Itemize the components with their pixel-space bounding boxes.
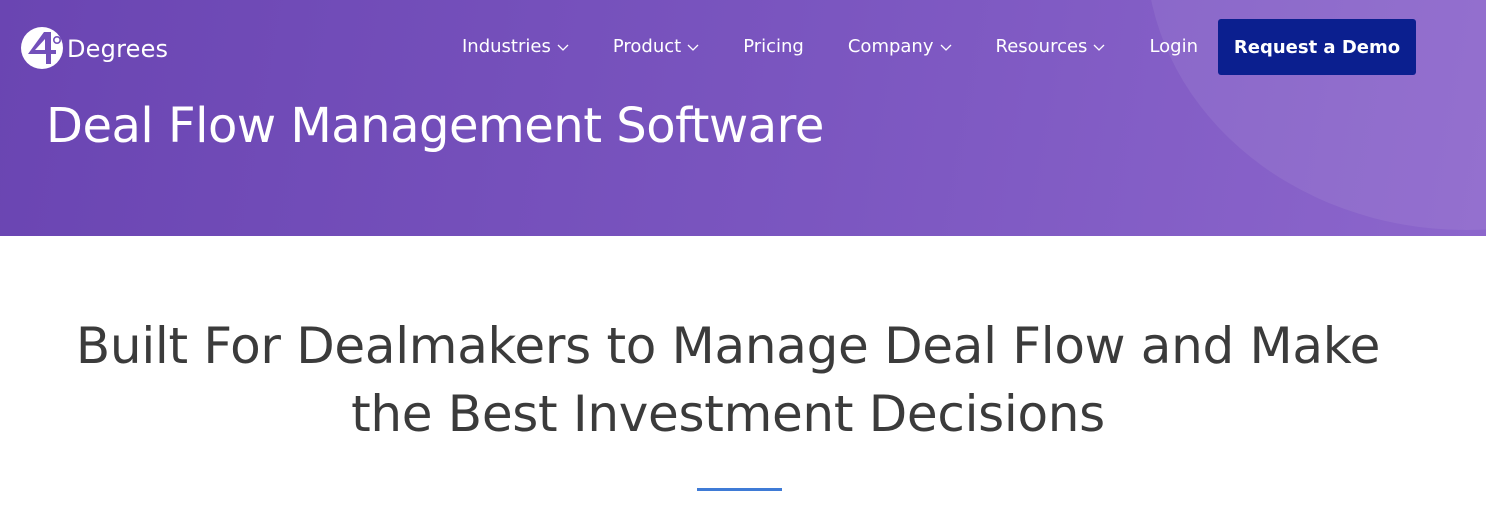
nav-item-company[interactable]: Company [848,36,952,57]
svg-text:4: 4 [20,26,21,27]
headline-line-2: the Best Investment Decisions [351,385,1105,443]
chevron-down-icon [557,44,569,51]
nav-item-label: Industries [462,36,551,57]
nav-item-login[interactable]: Login [1149,36,1198,57]
nav-item-label: Login [1149,36,1198,57]
chevron-down-icon [940,44,951,51]
logo-text: Degrees [67,35,169,63]
logo-mark-icon: 4 [20,26,63,69]
chevron-down-icon [687,44,699,51]
main-nav: Industries Product Pricing Company Resou… [462,36,1242,57]
nav-item-pricing[interactable]: Pricing [743,36,804,57]
logo-link[interactable]: 4 Degrees [20,26,168,70]
headline-line-1: Built For Dealmakers to Manage Deal Flow… [75,317,1381,375]
nav-item-resources[interactable]: Resources [996,36,1106,57]
request-demo-button[interactable]: Request a Demo [1218,19,1416,75]
headline: Built For Dealmakers to Manage Deal Flow… [0,312,1456,448]
nav-item-label: Resources [995,36,1088,57]
nav-item-label: Company [847,36,934,57]
nav-item-label: Product [612,36,682,57]
section-divider [697,488,782,491]
hero-banner: 4 Degrees Industries Product Pricing Com… [0,0,1486,236]
nav-item-product[interactable]: Product [613,36,699,57]
chevron-down-icon [1093,44,1105,51]
page-title: Deal Flow Management Software [46,98,824,154]
nav-item-label: Pricing [743,36,804,57]
nav-item-industries[interactable]: Industries [462,36,569,57]
